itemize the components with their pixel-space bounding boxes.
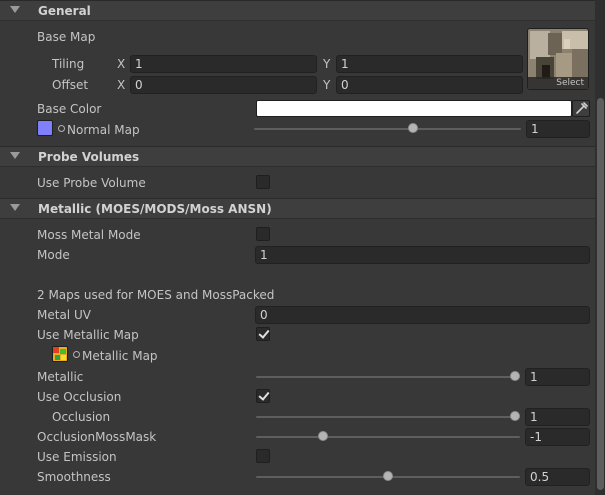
eyedropper-icon[interactable] — [572, 100, 590, 117]
normal-map-value-field[interactable]: 1 — [526, 120, 590, 138]
moss-metal-mode-label: Moss Metal Mode — [37, 228, 141, 242]
base-color-label: Base Color — [37, 102, 102, 116]
occlusion-moss-mask-value-field[interactable]: -1 — [525, 428, 590, 446]
occlusion-value-field[interactable]: 1 — [525, 408, 590, 426]
offset-x-label: X — [117, 78, 126, 92]
metallic-slider-track[interactable] — [256, 376, 520, 378]
metal-uv-input[interactable]: 0 — [255, 306, 590, 324]
offset-y-input[interactable]: 0 — [336, 76, 523, 94]
use-occlusion-checkbox[interactable] — [256, 389, 270, 403]
metallic-texture-preview — [53, 347, 67, 361]
metal-uv-label: Metal UV — [37, 308, 91, 322]
foldout-arrow-icon[interactable] — [10, 204, 20, 211]
info-text: 2 Maps used for MOES and MossPacked — [37, 288, 275, 302]
section-metallic-header[interactable]: Metallic (MOES/MODS/Moss ANSN) — [0, 198, 595, 219]
offset-x-input[interactable]: 0 — [130, 76, 317, 94]
base-map-label: Base Map — [37, 30, 96, 44]
metallic-map-label: Metallic Map — [82, 349, 158, 363]
metallic-label: Metallic — [37, 370, 84, 384]
smoothness-slider-thumb[interactable] — [383, 471, 393, 481]
normal-map-texture-slot[interactable] — [37, 120, 53, 136]
section-title: Metallic (MOES/MODS/Moss ANSN) — [38, 202, 272, 216]
tiling-label: Tiling — [52, 57, 85, 71]
normal-map-slider-thumb[interactable] — [408, 123, 418, 133]
foldout-arrow-icon[interactable] — [10, 152, 20, 159]
section-title: General — [38, 4, 91, 18]
use-metallic-map-label: Use Metallic Map — [37, 328, 139, 342]
occlusion-moss-mask-slider-track[interactable] — [256, 436, 520, 438]
section-title: Probe Volumes — [38, 150, 140, 164]
scrollbar-thumb[interactable] — [597, 98, 604, 490]
occlusion-moss-mask-label: OcclusionMossMask — [37, 430, 157, 444]
smoothness-label: Smoothness — [37, 470, 111, 484]
use-probe-volume-checkbox[interactable] — [256, 175, 270, 189]
foldout-arrow-icon[interactable] — [10, 6, 20, 13]
offset-label: Offset — [52, 78, 89, 92]
occlusion-slider-thumb[interactable] — [510, 411, 520, 421]
tiling-y-label: Y — [323, 57, 331, 71]
inspector-panel: General Base Map Tiling X 1 Y 1 Offset X… — [0, 0, 595, 495]
base-color-field[interactable] — [256, 100, 572, 117]
use-emission-label: Use Emission — [37, 450, 117, 464]
metallic-map-texture-slot[interactable] — [52, 346, 68, 362]
normal-map-slider-track[interactable] — [254, 128, 521, 130]
normal-map-label: Normal Map — [67, 123, 140, 137]
tiling-y-input[interactable]: 1 — [336, 55, 523, 73]
section-general-header[interactable]: General — [0, 0, 595, 21]
use-probe-volume-label: Use Probe Volume — [37, 176, 146, 190]
object-picker-circle-icon[interactable] — [58, 125, 65, 132]
occlusion-slider-track[interactable] — [256, 416, 520, 418]
metallic-value-field[interactable]: 1 — [525, 368, 590, 386]
mode-input[interactable]: 1 — [255, 246, 590, 264]
occlusion-label: Occlusion — [52, 410, 111, 424]
texture-select-button[interactable]: Select — [528, 77, 588, 89]
use-emission-checkbox[interactable] — [256, 449, 270, 463]
offset-y-label: Y — [323, 78, 331, 92]
use-metallic-map-checkbox[interactable] — [256, 327, 270, 341]
section-probe-volumes-header[interactable]: Probe Volumes — [0, 146, 595, 167]
object-picker-circle-icon[interactable] — [73, 351, 80, 358]
base-map-texture-slot[interactable]: Select — [527, 28, 589, 90]
tiling-x-input[interactable]: 1 — [130, 55, 317, 73]
tiling-x-label: X — [117, 57, 126, 71]
metallic-slider-thumb[interactable] — [510, 371, 520, 381]
occlusion-moss-mask-slider-thumb[interactable] — [318, 431, 328, 441]
use-occlusion-label: Use Occlusion — [37, 390, 122, 404]
smoothness-value-field[interactable]: 0.5 — [525, 468, 590, 486]
moss-metal-mode-checkbox[interactable] — [256, 227, 270, 241]
mode-label: Mode — [37, 248, 70, 262]
